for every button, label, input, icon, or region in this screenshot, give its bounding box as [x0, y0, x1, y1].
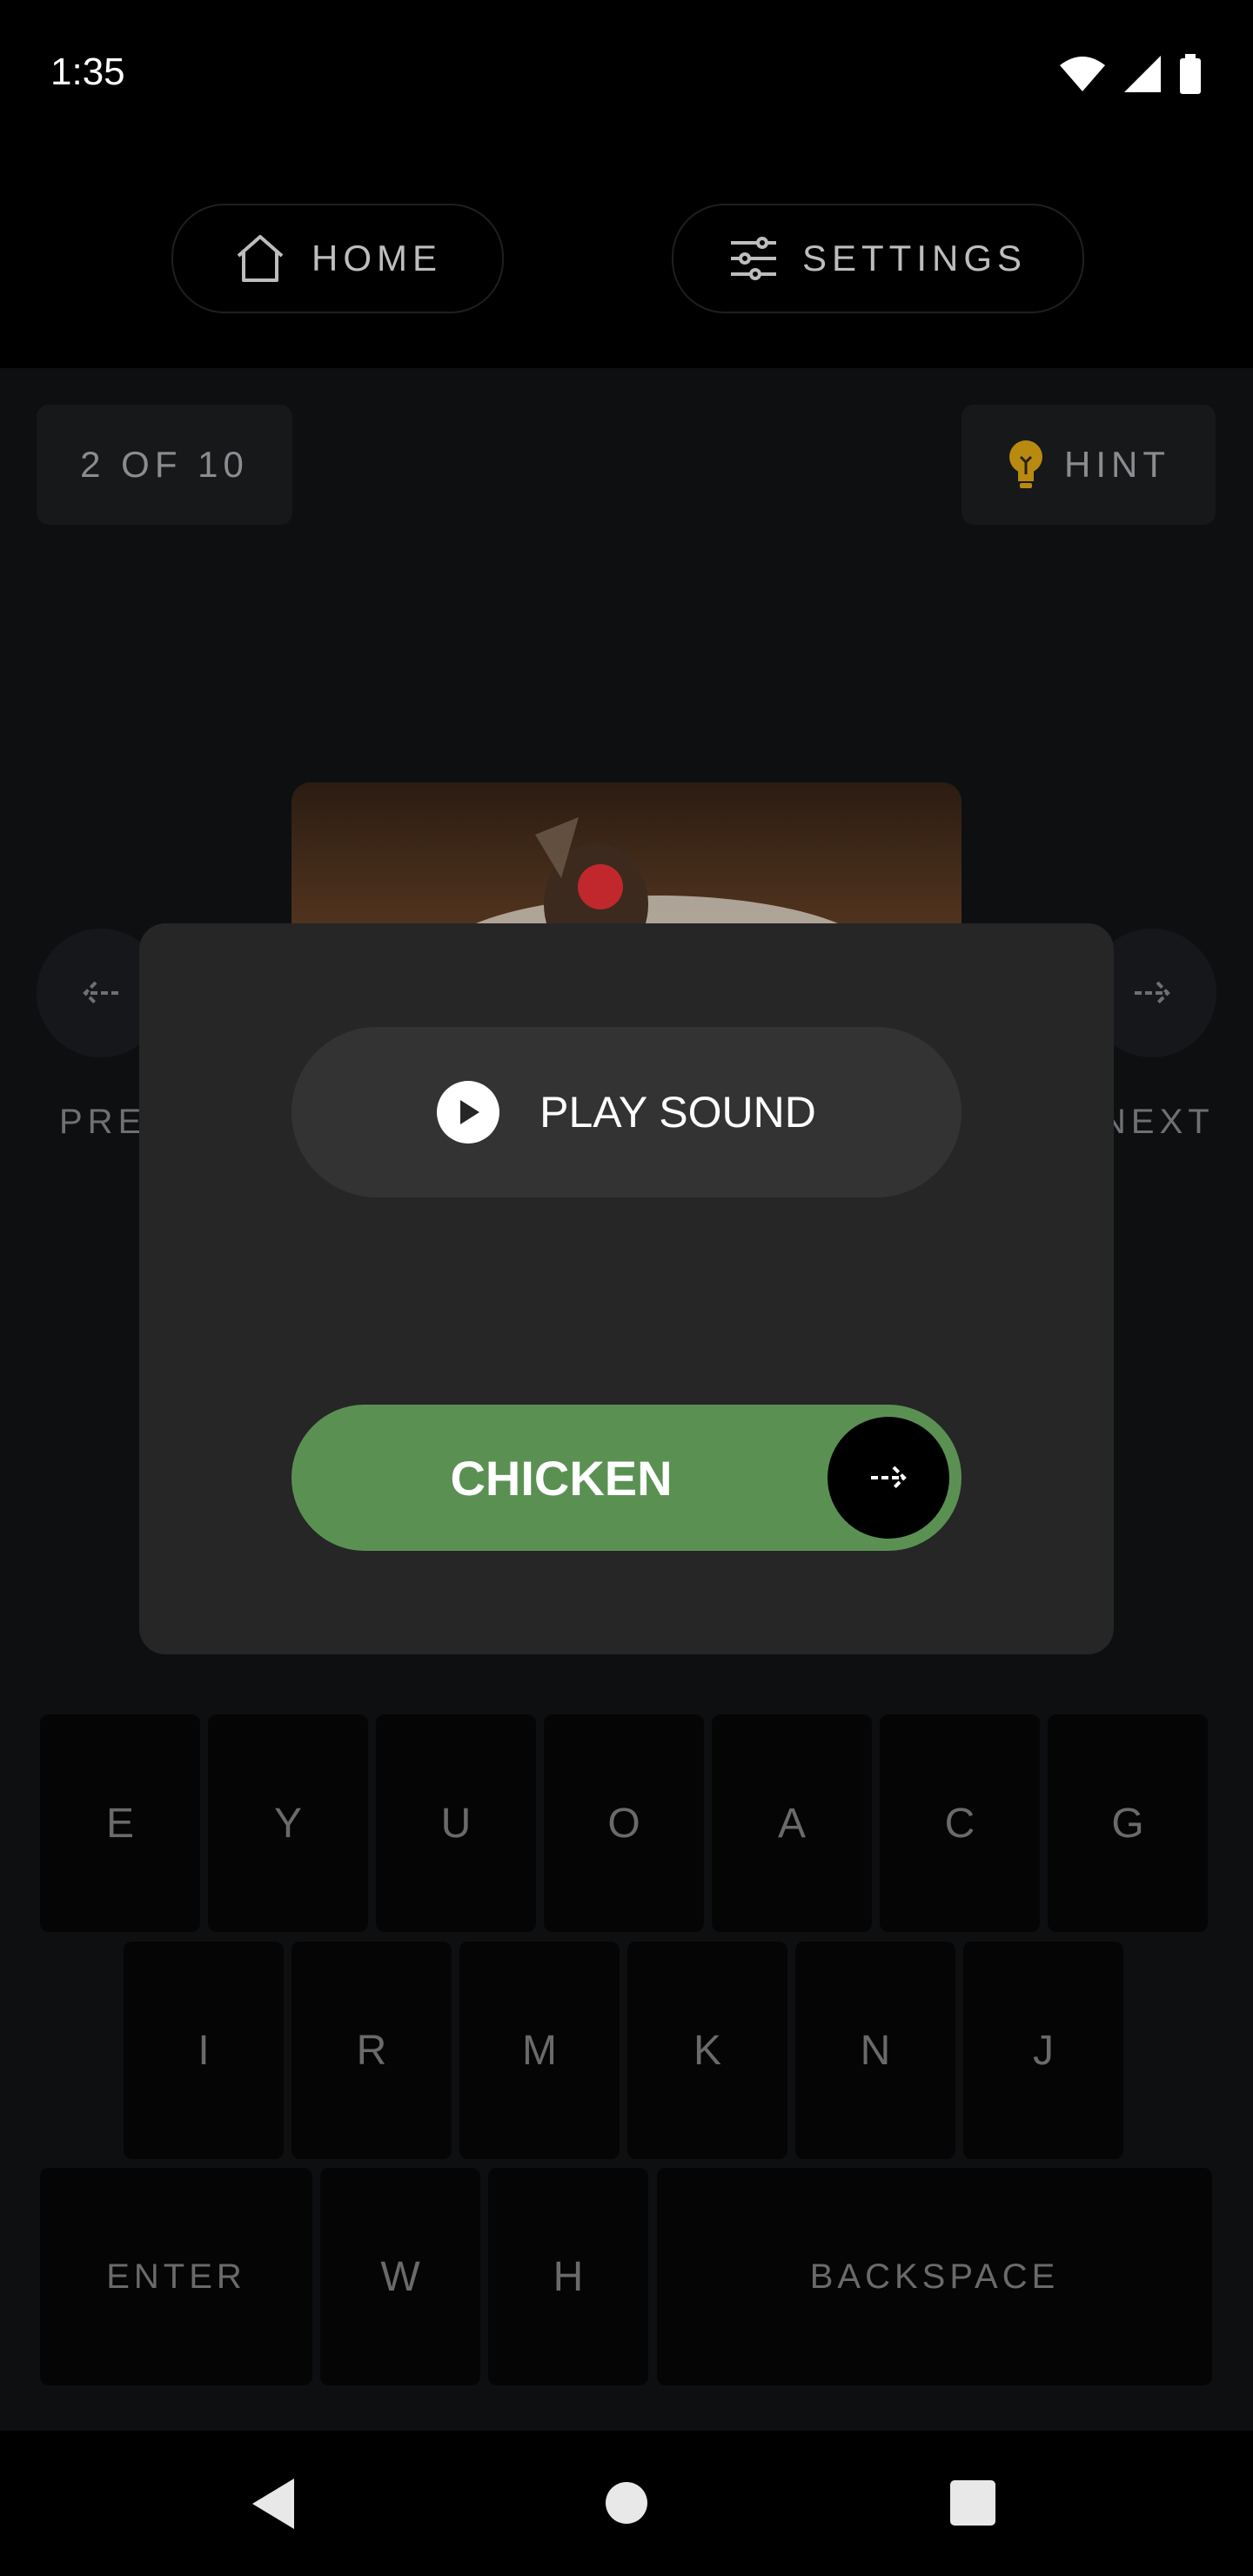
continue-button[interactable]	[828, 1417, 949, 1539]
key-g[interactable]: G	[1048, 1714, 1208, 1932]
next-label: NEXT	[1101, 1103, 1215, 1141]
status-time: 1:35	[50, 50, 125, 93]
key-m[interactable]: M	[459, 1942, 620, 2159]
battery-icon	[1180, 54, 1201, 94]
key-h[interactable]: H	[488, 2168, 648, 2385]
lightbulb-icon	[1009, 440, 1042, 488]
key-o[interactable]: O	[544, 1714, 704, 1932]
home-button[interactable]: HOME	[171, 204, 504, 313]
settings-button[interactable]: SETTINGS	[672, 204, 1084, 313]
progress-text: 2 OF 10	[80, 444, 249, 485]
key-j[interactable]: J	[963, 1942, 1123, 2159]
play-sound-button[interactable]: PLAY SOUND	[291, 1027, 962, 1197]
back-icon[interactable]	[251, 2477, 298, 2531]
sliders-icon	[730, 237, 776, 280]
key-r[interactable]: R	[291, 1942, 452, 2159]
key-u[interactable]: U	[376, 1714, 536, 1932]
answer-button[interactable]: CHICKEN	[291, 1405, 962, 1551]
enter-key[interactable]: ENTER	[40, 2168, 312, 2385]
key-e[interactable]: E	[40, 1714, 200, 1932]
hint-button[interactable]: HINT	[962, 405, 1216, 525]
play-icon	[437, 1081, 500, 1144]
settings-label: SETTINGS	[801, 238, 1028, 278]
progress-badge: 2 OF 10	[37, 405, 292, 525]
home-nav-icon[interactable]	[604, 2480, 649, 2526]
key-y[interactable]: Y	[208, 1714, 368, 1932]
recents-icon[interactable]	[950, 2480, 995, 2526]
key-i[interactable]: I	[124, 1942, 284, 2159]
wifi-icon	[1060, 57, 1105, 91]
key-n[interactable]: N	[795, 1942, 955, 2159]
status-icons	[1058, 54, 1203, 94]
home-icon	[237, 235, 284, 282]
key-w[interactable]: W	[320, 2168, 480, 2385]
arrow-left-icon	[83, 981, 118, 1005]
hint-label: HINT	[1064, 444, 1170, 485]
backspace-key[interactable]: BACKSPACE	[657, 2168, 1212, 2385]
key-c[interactable]: C	[880, 1714, 1040, 1932]
key-k[interactable]: K	[627, 1942, 787, 2159]
home-label: HOME	[312, 238, 442, 278]
arrow-right-icon	[871, 1466, 907, 1490]
answer-label: CHICKEN	[450, 1450, 673, 1506]
signal-icon	[1124, 56, 1161, 92]
play-sound-label: PLAY SOUND	[539, 1088, 816, 1137]
arrow-right-icon	[1135, 981, 1170, 1005]
key-a[interactable]: A	[712, 1714, 872, 1932]
